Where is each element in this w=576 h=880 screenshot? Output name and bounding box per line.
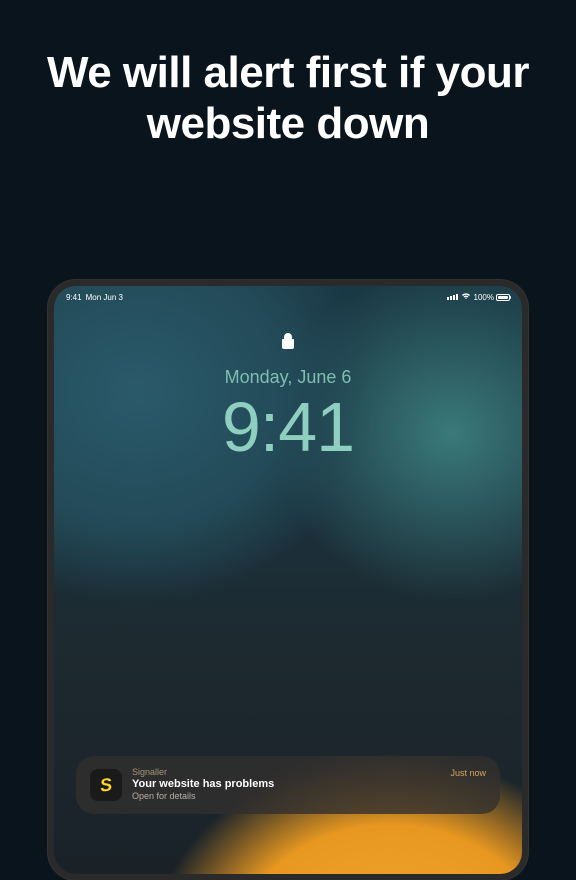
marketing-headline: We will alert first if your website down: [0, 0, 576, 149]
notification-app-name: Signaller: [132, 767, 440, 777]
notification-card[interactable]: S Signaller Your website has problems Op…: [76, 756, 500, 814]
lockscreen-date: Monday, June 6: [54, 367, 522, 388]
lockscreen-time: 9:41: [54, 392, 522, 462]
notification-title: Your website has problems: [132, 777, 440, 791]
lock-icon: [281, 332, 295, 355]
notification-timestamp: Just now: [450, 768, 486, 778]
device-screen: 9:41 Mon Jun 3 100% Monday, June 6 9:41: [54, 286, 522, 874]
signal-icon: [447, 294, 458, 300]
tablet-device-frame: 9:41 Mon Jun 3 100% Monday, June 6 9:41: [48, 280, 528, 880]
status-date: Mon Jun 3: [86, 293, 123, 302]
app-logo-glyph: S: [99, 774, 114, 796]
status-bar: 9:41 Mon Jun 3 100%: [54, 286, 522, 302]
wifi-icon: [461, 292, 471, 302]
lockscreen: Monday, June 6 9:41: [54, 302, 522, 462]
notification-body: Open for details: [132, 791, 440, 803]
status-time: 9:41: [66, 293, 82, 302]
battery-icon: 100%: [474, 293, 510, 302]
notification-app-icon: S: [90, 769, 122, 801]
notification-content: Signaller Your website has problems Open…: [132, 767, 440, 803]
battery-percent: 100%: [474, 293, 494, 302]
